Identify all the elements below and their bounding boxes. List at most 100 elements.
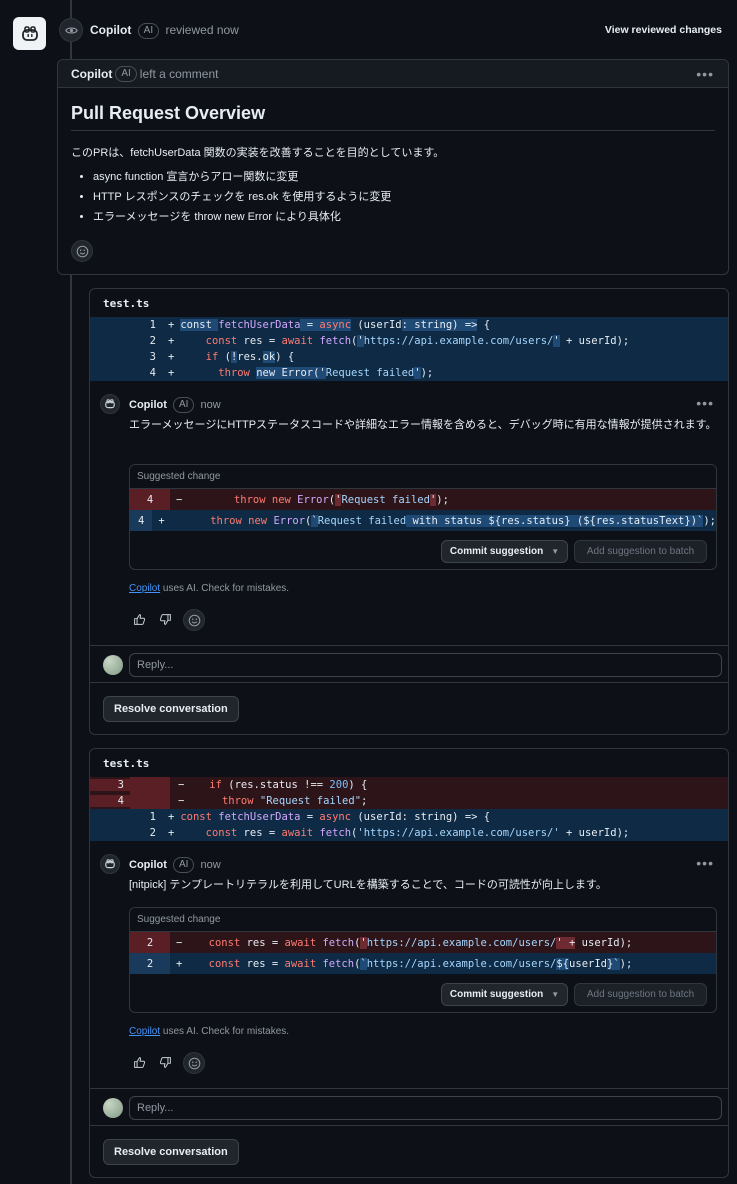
avatar[interactable]	[103, 1098, 123, 1118]
line-number[interactable]: 1	[90, 811, 168, 823]
line-number[interactable]: 2	[90, 335, 168, 347]
suggested-change: Suggested change 4 − throw new Error('Re…	[129, 464, 717, 570]
overview-title: Pull Request Overview	[71, 103, 266, 123]
line-number[interactable]: 1	[90, 319, 168, 331]
smiley-icon	[188, 614, 200, 626]
reply-row: Reply...	[90, 1088, 728, 1126]
ai-badge: AI	[115, 65, 137, 82]
diff-line: 2 + const res = await fetch('https://api…	[90, 333, 728, 349]
resolve-conversation-button[interactable]: Resolve conversation	[103, 696, 239, 722]
comment-author[interactable]: Copilot	[129, 859, 167, 871]
thumbs-up-icon[interactable]	[133, 613, 146, 629]
add-reaction-button[interactable]	[183, 609, 205, 631]
code-line: const fetchUserData = async (userId: str…	[180, 811, 491, 823]
add-reaction-button[interactable]	[183, 1052, 205, 1074]
comment-header: Copilot AI now	[129, 857, 221, 873]
ai-badge: AI	[137, 23, 160, 39]
diff-line: 1 + const fetchUserData = async (userId:…	[90, 809, 728, 825]
suggested-change-header: Suggested change	[130, 908, 716, 932]
code-line: const res = await fetch(`https://api.exa…	[208, 957, 633, 970]
diff-sign: −	[176, 493, 183, 506]
more-options-icon[interactable]: •••	[696, 395, 714, 411]
divider	[71, 130, 715, 131]
diff-sign: −	[178, 779, 185, 791]
commit-suggestion-label: Commit suggestion	[449, 546, 544, 557]
diff-hunk: 3 − if (res.status !== 200) { 4 − throw …	[90, 777, 728, 841]
review-thread-2: test.ts 3 − if (res.status !== 200) { 4 …	[89, 748, 729, 1178]
line-number[interactable]: 4	[90, 795, 130, 807]
resolve-conversation-button[interactable]: Resolve conversation	[103, 1139, 239, 1165]
diff-line: 1 + const fetchUserData = async (userId:…	[90, 317, 728, 333]
diff-line: 3 + if (!res.ok) {	[90, 349, 728, 365]
code-line: throw new Error('Request failed');	[233, 493, 449, 506]
thumbs-down-icon[interactable]	[159, 613, 172, 629]
diff-sign: −	[178, 795, 185, 807]
line-number[interactable]: 3	[90, 351, 168, 363]
comment-body: エラーメッセージにHTTPステータスコードや詳細なエラー情報を含めると、デバッグ…	[129, 419, 717, 431]
copilot-link[interactable]: Copilot	[129, 583, 160, 594]
comment-header: Copilot AI now	[129, 397, 221, 413]
comment-author[interactable]: Copilot	[129, 399, 167, 411]
overview-card: Copilot AI left a comment ••• Pull Reque…	[57, 59, 729, 275]
ai-badge: AI	[172, 397, 195, 413]
code-line: const res = await fetch('https://api.exa…	[205, 335, 630, 347]
copilot-icon	[105, 399, 115, 409]
copilot-avatar-small[interactable]	[100, 854, 120, 874]
commit-suggestion-label: Commit suggestion	[449, 989, 544, 1000]
disclaimer-text: uses AI. Check for mistakes.	[160, 1026, 290, 1037]
avatar[interactable]	[103, 655, 123, 675]
commit-suggestion-button[interactable]: Commit suggestion ▼	[441, 540, 568, 563]
suggestion-line: 2 − const res = await fetch('https://api…	[130, 932, 716, 953]
diff-line: 4 + throw new Error('Request failed');	[90, 365, 728, 381]
copilot-avatar[interactable]	[13, 17, 46, 50]
copilot-icon	[105, 859, 115, 869]
line-number: 2	[130, 953, 170, 974]
diff-line: 2 + const res = await fetch('https://api…	[90, 825, 728, 841]
more-options-icon[interactable]: •••	[696, 66, 714, 82]
chevron-down-icon: ▼	[551, 547, 560, 556]
reply-input[interactable]: Reply...	[129, 653, 722, 677]
review-action: reviewed now	[165, 23, 239, 38]
thumbs-down-icon[interactable]	[159, 1056, 172, 1072]
list-item: HTTP レスポンスのチェックを res.ok を使用するように変更	[93, 190, 391, 204]
file-name[interactable]: test.ts	[103, 297, 149, 310]
add-suggestion-to-batch-button[interactable]: Add suggestion to batch	[574, 540, 707, 563]
copilot-avatar-small[interactable]	[100, 394, 120, 414]
view-reviewed-changes-link[interactable]: View reviewed changes	[605, 24, 722, 36]
suggestion-line: 4 − throw new Error('Request failed');	[130, 489, 716, 510]
comment-time[interactable]: now	[200, 859, 220, 871]
line-number: 4	[130, 489, 170, 510]
copilot-icon	[21, 25, 38, 41]
diff-sign: +	[158, 514, 165, 527]
review-header: Copilot AI reviewed now	[90, 23, 239, 39]
disclaimer-text: uses AI. Check for mistakes.	[160, 583, 290, 594]
smiley-icon	[76, 245, 88, 257]
reply-row: Reply...	[90, 645, 728, 683]
comment-time[interactable]: now	[200, 399, 220, 411]
ai-disclaimer: Copilot uses AI. Check for mistakes.	[129, 1026, 289, 1037]
line-number[interactable]: 4	[90, 367, 168, 379]
diff-line: 4 − throw "Request failed";	[90, 793, 728, 809]
reviewer-name[interactable]: Copilot	[90, 23, 131, 37]
suggestion-line: 4 + throw new Error(`Request failed with…	[130, 510, 716, 531]
line-number: 4	[130, 510, 153, 531]
commit-suggestion-button[interactable]: Commit suggestion ▼	[441, 983, 568, 1006]
chevron-down-icon: ▼	[551, 990, 560, 999]
overview-action: left a comment	[139, 66, 219, 81]
add-suggestion-to-batch-button[interactable]: Add suggestion to batch	[574, 983, 707, 1006]
line-number[interactable]: 3	[90, 779, 130, 791]
add-reaction-button[interactable]	[71, 240, 93, 262]
line-number: 2	[130, 932, 170, 953]
overview-author[interactable]: Copilot	[71, 67, 112, 81]
code-line: throw new Error(`Request failed with sta…	[210, 514, 716, 527]
reply-input[interactable]: Reply...	[129, 1096, 722, 1120]
thumbs-up-icon[interactable]	[133, 1056, 146, 1072]
file-name[interactable]: test.ts	[103, 757, 149, 770]
line-number[interactable]: 2	[90, 827, 168, 839]
more-options-icon[interactable]: •••	[696, 855, 714, 871]
code-line: throw "Request failed";	[221, 795, 368, 807]
list-item: async function 宣言からアロー関数に変更	[93, 170, 391, 184]
code-line: if (!res.ok) {	[205, 351, 295, 363]
code-line: const res = await fetch('https://api.exa…	[208, 936, 633, 949]
copilot-link[interactable]: Copilot	[129, 1026, 160, 1037]
